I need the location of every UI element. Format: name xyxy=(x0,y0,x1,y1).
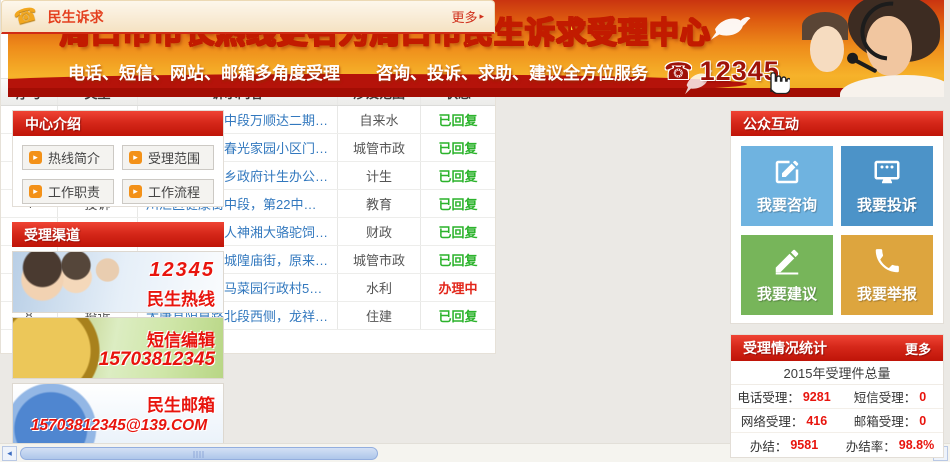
stat-rate: 办结率： 98.8% xyxy=(837,433,943,457)
banner-subtitle-right: 咨询、投诉、求助、建议全方位服务 xyxy=(376,59,648,84)
arrow-bullet-icon: ▸ xyxy=(129,185,142,198)
telephone-icon: ☎ xyxy=(664,58,693,85)
more-arrow-icon[interactable]: ▸ xyxy=(479,11,484,22)
interaction-tiles: 我要咨询 我要投诉 我要建议 我要举报 xyxy=(731,136,943,325)
public-interaction-header: 公众互动 xyxy=(731,111,943,136)
banner-subtitle-left: 电话、短信、网站、邮箱多角度受理 xyxy=(68,59,340,84)
banner-subtitle: 电话、短信、网站、邮箱多角度受理 咨询、投诉、求助、建议全方位服务 ☎ 1234… xyxy=(68,56,780,87)
pencil-icon xyxy=(772,246,802,276)
statistics-title: 受理情况统计 xyxy=(743,338,827,358)
tile-consult[interactable]: 我要咨询 xyxy=(741,146,833,226)
edit-square-icon xyxy=(772,157,802,187)
channels-header: 受理渠道 xyxy=(12,222,224,247)
intro-link-workflow[interactable]: ▸ 工作流程 xyxy=(122,179,214,204)
sms-channel-label: 短信编辑 xyxy=(147,326,215,351)
statistics-more-link[interactable]: 更多 xyxy=(905,339,931,358)
tile-complaint[interactable]: 我要投诉 xyxy=(841,146,933,226)
stat-sms: 短信受理： 0 xyxy=(837,385,943,409)
statistics-panel: 受理情况统计 更多 2015年受理件总量 电话受理： 9281 短信受理： 0 … xyxy=(730,334,944,458)
statistics-grid: 电话受理： 9281 短信受理： 0 网络受理： 416 邮箱受理： 0 办结：… xyxy=(731,385,943,457)
stat-phone: 电话受理： 9281 xyxy=(731,385,837,409)
appeals-panel-header: ☎ 民生诉求 更多 ▸ xyxy=(1,0,495,34)
statistics-subtitle: 2015年受理件总量 xyxy=(731,361,943,385)
appeals-panel-title: 民生诉求 xyxy=(48,7,104,27)
computer-complaint-icon xyxy=(872,157,902,187)
public-interaction-panel: 公众互动 我要咨询 我要投诉 我要建议 我要举报 xyxy=(730,110,944,324)
hotline-channel-banner[interactable]: 12345 民生热线 xyxy=(12,251,224,313)
dove-icon xyxy=(708,12,752,42)
mail-channel-label: 民生邮箱 xyxy=(147,391,215,416)
phone-handset-icon: ☎ xyxy=(11,2,40,30)
arrow-bullet-icon: ▸ xyxy=(129,151,142,164)
status-badge: 已回复 xyxy=(438,306,477,325)
sms-channel-number: 15703812345 xyxy=(99,349,215,371)
sms-channel-banner[interactable]: 短信编辑 15703812345 xyxy=(12,317,224,379)
status-badge: 已回复 xyxy=(438,138,477,157)
call-center-agent-photo xyxy=(792,0,944,97)
scroll-left-arrow[interactable]: ◂ xyxy=(2,446,17,461)
hand-cursor-icon xyxy=(764,66,790,94)
intro-link-acceptance-scope[interactable]: ▸ 受理范围 xyxy=(122,145,214,170)
hotline-channel-label: 民生热线 xyxy=(147,285,215,310)
status-badge: 已回复 xyxy=(438,166,477,185)
stat-mail: 邮箱受理： 0 xyxy=(837,409,943,433)
status-badge: 办理中 xyxy=(438,278,477,297)
center-intro-links: ▸ 热线简介 ▸ 受理范围 ▸ 工作职责 ▸ 工作流程 xyxy=(13,136,223,213)
status-badge: 已回复 xyxy=(438,110,477,129)
appeals-more-link[interactable]: 更多 xyxy=(451,7,477,26)
center-intro-header: 中心介绍 xyxy=(13,111,223,136)
center-intro-panel: 中心介绍 ▸ 热线简介 ▸ 受理范围 ▸ 工作职责 ▸ 工作流程 xyxy=(12,110,224,207)
scrollbar-thumb[interactable] xyxy=(20,447,378,460)
arrow-bullet-icon: ▸ xyxy=(29,151,42,164)
hotline-channel-number: 12345 xyxy=(149,259,215,282)
phone-handset-icon xyxy=(872,246,902,276)
page: 周口市市长热线更名为周口市民生诉求受理中心 电话、短信、网站、邮箱多角度受理 咨… xyxy=(0,0,950,462)
status-badge: 已回复 xyxy=(438,222,477,241)
intro-link-hotline-profile[interactable]: ▸ 热线简介 xyxy=(22,145,114,170)
status-badge: 已回复 xyxy=(438,250,477,269)
stat-done: 办结： 9581 xyxy=(731,433,837,457)
stat-web: 网络受理： 416 xyxy=(731,409,837,433)
arrow-bullet-icon: ▸ xyxy=(29,185,42,198)
tile-report[interactable]: 我要举报 xyxy=(841,235,933,315)
tile-suggest[interactable]: 我要建议 xyxy=(741,235,833,315)
intro-link-duties[interactable]: ▸ 工作职责 xyxy=(22,179,114,204)
scrollbar-grip-icon xyxy=(194,451,205,458)
mail-channel-banner[interactable]: 民生邮箱 15703812345@139.COM xyxy=(12,383,224,447)
status-badge: 已回复 xyxy=(438,194,477,213)
statistics-header: 受理情况统计 更多 xyxy=(731,335,943,361)
mail-channel-address: 15703812345@139.COM xyxy=(17,417,221,435)
